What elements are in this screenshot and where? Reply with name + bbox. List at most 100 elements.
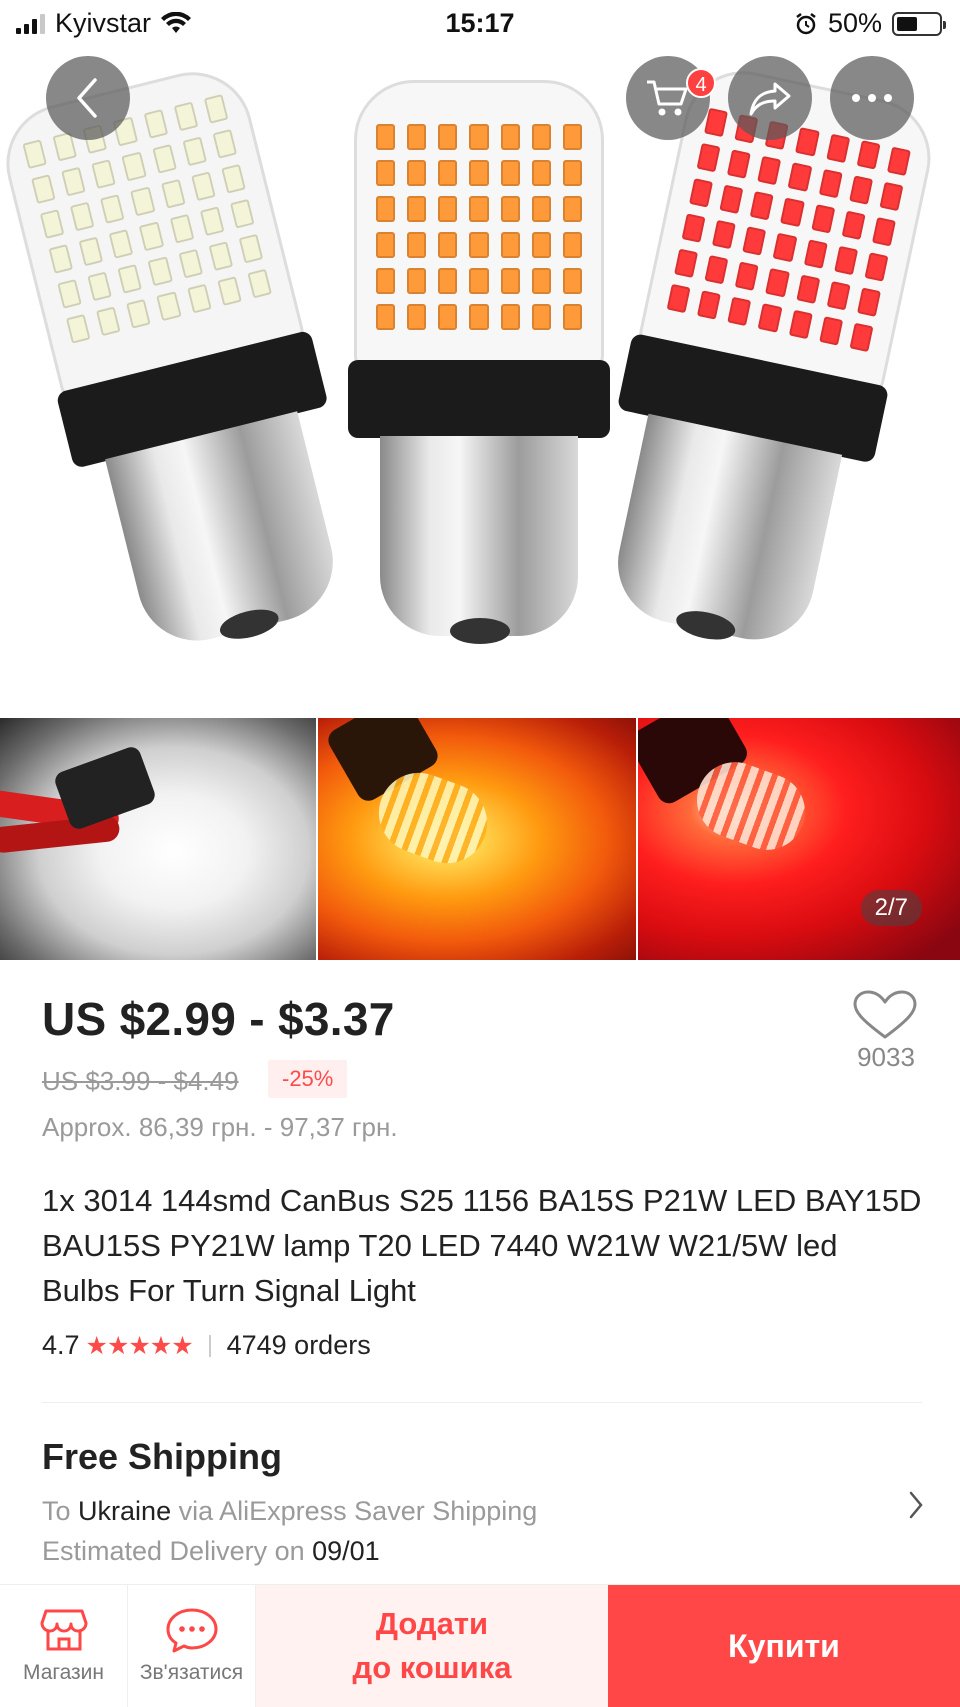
led-chip [681,213,706,243]
led-chip [562,268,582,294]
led-chip [376,124,396,150]
led-chip [438,304,458,330]
led-chip [500,124,520,150]
led-chip [407,268,427,294]
led-chip [825,133,850,164]
led-chip [531,160,551,186]
led-chip [69,201,95,232]
alarm-icon [796,12,816,34]
store-button[interactable]: Магазин [0,1585,128,1707]
led-chip [818,316,844,346]
led-chip [151,144,177,174]
led-chip [376,268,396,294]
led-chip [438,124,458,150]
led-chip [757,303,783,333]
led-chip [780,197,805,228]
led-chip [795,127,820,157]
led-chip [562,124,582,150]
thumbnail-red[interactable]: 2/7 [638,718,960,960]
led-chip [696,142,721,173]
led-chip [100,194,126,224]
original-price: US $3.99 - $4.49 [42,1066,239,1096]
led-chip [407,232,427,258]
carrier-name: Kyivstar [55,8,152,38]
led-chip [719,184,744,215]
estimated-delivery-date: 09/01 [312,1536,380,1566]
thumbnail-white[interactable] [0,718,316,960]
buy-now-button[interactable]: Купити [608,1585,960,1707]
chat-icon [166,1608,217,1653]
led-chip [78,236,104,267]
led-chip [130,186,156,217]
led-chip [562,160,582,186]
led-chip [531,304,551,330]
led-chip [190,171,216,202]
led-chip [795,274,821,304]
shipping-title[interactable]: Free Shipping [42,1436,282,1478]
led-chip [531,268,551,294]
contact-label: Зв'язатися [139,1661,244,1684]
led-chip [438,232,458,258]
shipping-route[interactable]: To Ukraine via AliExpress Saver Shipping [42,1496,537,1527]
back-button[interactable] [46,56,130,140]
led-chip [810,204,836,234]
led-chip [407,160,427,186]
led-chip [787,162,813,192]
led-chip [108,228,134,259]
led-chip [91,159,117,189]
led-chip [199,206,225,237]
led-chip [856,140,881,170]
image-thumbnails: 2/7 [0,718,960,960]
add-to-cart-label: Додати до кошика [353,1602,512,1690]
led-chip [469,160,489,186]
contact-button[interactable]: Зв'язатися [128,1585,256,1707]
led-chip [126,298,152,329]
led-chip [376,232,396,258]
led-chip [208,241,234,272]
cart-icon [647,80,688,116]
more-options-button[interactable] [830,56,914,140]
add-to-cart-button[interactable]: Додати до кошика [256,1585,608,1707]
led-chip [848,175,873,205]
battery-icon [892,11,946,36]
bottom-action-bar: Магазин Зв'язатися Додати до кошика Купи… [0,1584,960,1707]
led-chip [772,232,798,263]
shipping-method: via AliExpress Saver Shipping [178,1496,538,1526]
led-chip [500,160,520,186]
led-chip [674,248,699,279]
thumbnail-amber[interactable] [318,718,636,960]
status-left: Kyivstar [16,8,192,39]
led-chip [757,155,782,186]
rating-row[interactable]: 4.7 ★★★★★ 4749 orders [42,1330,371,1361]
product-title: 1x 3014 144smd CanBus S25 1156 BA15S P21… [42,1183,922,1308]
led-chip [147,256,173,287]
shipping-estimate: Estimated Delivery on 09/01 [42,1536,380,1567]
wishlist-count: 9033 [857,1042,915,1072]
share-button[interactable] [728,56,812,140]
shipping-to-label: To [42,1496,71,1526]
heart-icon[interactable] [852,990,918,1040]
led-chip [139,221,164,252]
led-chip [531,124,551,150]
chevron-right-icon[interactable] [908,1490,924,1520]
led-chip [562,304,582,330]
led-chip [826,280,851,311]
led-chip [562,196,582,222]
led-chip [689,178,714,208]
rating-value: 4.7 [42,1330,80,1360]
led-chip [531,232,551,258]
discount-badge: -25% [268,1060,348,1098]
led-chip [143,109,169,139]
led-chip [803,239,828,269]
product-main-image[interactable]: 4 [0,0,960,718]
led-chip [500,268,520,294]
led-chip [469,196,489,222]
led-chip [469,304,489,330]
separator [208,1334,211,1357]
led-chip [500,232,520,258]
led-chip [121,151,147,182]
approx-local-price: Approx. 86,39 грн. - 97,37 грн. [42,1112,398,1142]
led-chip [376,304,396,330]
cart-button[interactable]: 4 [626,56,716,140]
led-chip [407,196,427,222]
